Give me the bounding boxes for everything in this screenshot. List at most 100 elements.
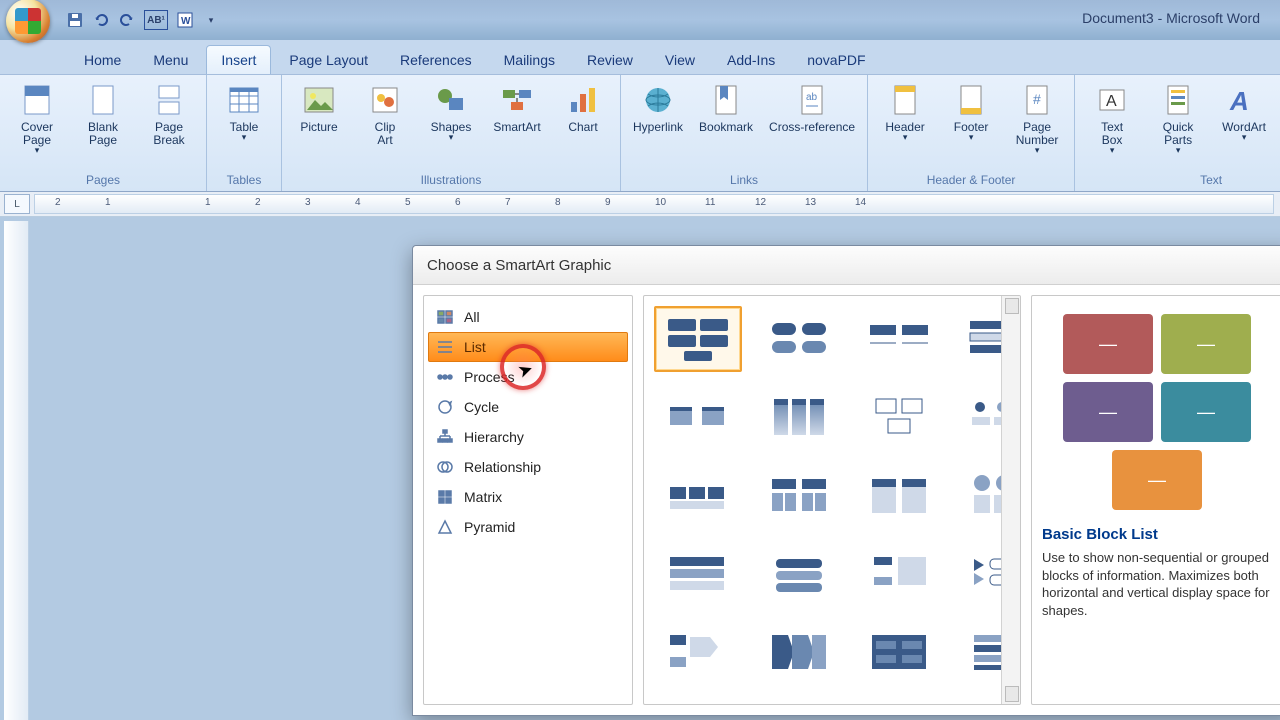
title-bar: AB¹ W ▾ Document3 - Microsoft Word bbox=[0, 0, 1280, 40]
smartart-thumb[interactable] bbox=[654, 464, 740, 528]
tab-insert[interactable]: Insert bbox=[206, 45, 271, 74]
save-icon[interactable] bbox=[66, 11, 84, 29]
category-pyramid[interactable]: Pyramid bbox=[428, 512, 628, 542]
smartart-thumb[interactable] bbox=[956, 306, 1001, 370]
smartart-thumb[interactable] bbox=[756, 464, 842, 528]
smartart-thumb[interactable] bbox=[856, 464, 942, 528]
all-icon bbox=[436, 308, 454, 326]
category-cycle[interactable]: Cycle bbox=[428, 392, 628, 422]
tab-references[interactable]: References bbox=[386, 46, 486, 74]
category-label: Process bbox=[464, 369, 515, 385]
smartart-button[interactable]: SmartArt bbox=[486, 79, 548, 138]
blank-button[interactable]: BlankPage bbox=[72, 79, 134, 151]
pagenum-button[interactable]: #PageNumber bbox=[1006, 79, 1068, 160]
window-title: Document3 - Microsoft Word bbox=[1082, 10, 1260, 26]
table-button[interactable]: Table bbox=[213, 79, 275, 147]
textbox-button[interactable]: ATextBox bbox=[1081, 79, 1143, 160]
office-button[interactable] bbox=[6, 0, 50, 43]
crossref-button[interactable]: abCross-reference bbox=[763, 79, 861, 138]
tab-add-ins[interactable]: Add-Ins bbox=[713, 46, 789, 74]
preview-block bbox=[1161, 314, 1251, 374]
hyperlink-icon bbox=[641, 83, 675, 117]
category-relationship[interactable]: Relationship bbox=[428, 452, 628, 482]
category-list[interactable]: List bbox=[428, 332, 628, 362]
footer-button[interactable]: Footer bbox=[940, 79, 1002, 147]
category-label: Hierarchy bbox=[464, 429, 524, 445]
tab-novapdf[interactable]: novaPDF bbox=[793, 46, 879, 74]
pyramid-icon bbox=[436, 518, 454, 536]
tab-selector[interactable]: L bbox=[4, 194, 30, 214]
smartart-thumb[interactable] bbox=[956, 386, 1001, 450]
clip-button[interactable]: ClipArt bbox=[354, 79, 416, 151]
smartart-thumb[interactable] bbox=[856, 386, 942, 450]
picture-button[interactable]: Picture bbox=[288, 79, 350, 138]
cover-button[interactable]: CoverPage bbox=[6, 79, 68, 160]
tab-mailings[interactable]: Mailings bbox=[490, 46, 569, 74]
category-hierarchy[interactable]: Hierarchy bbox=[428, 422, 628, 452]
quickparts-button[interactable]: QuickParts bbox=[1147, 79, 1209, 160]
ribbon-label: PageBreak bbox=[153, 121, 184, 147]
picture-icon bbox=[302, 83, 336, 117]
hyperlink-button[interactable]: Hyperlink bbox=[627, 79, 689, 138]
word-icon[interactable]: W bbox=[176, 11, 194, 29]
smartart-thumb[interactable] bbox=[956, 620, 1001, 684]
ribbon-group-header-footer: HeaderFooter#PageNumber Header & Footer bbox=[868, 75, 1075, 191]
clip-icon bbox=[368, 83, 402, 117]
smartart-thumb[interactable] bbox=[856, 542, 942, 606]
dialog-title: Choose a SmartArt Graphic bbox=[413, 246, 1280, 285]
smartart-thumb[interactable] bbox=[956, 542, 1001, 606]
smartart-thumb[interactable] bbox=[856, 620, 942, 684]
smartart-thumb[interactable] bbox=[756, 306, 842, 370]
tab-page-layout[interactable]: Page Layout bbox=[275, 46, 382, 74]
ribbon-group-text: ATextBoxQuickPartsAWordArtADropCapText bbox=[1075, 75, 1280, 191]
break-button[interactable]: PageBreak bbox=[138, 79, 200, 151]
ribbon-group-tables: TableTables bbox=[207, 75, 282, 191]
vertical-ruler[interactable] bbox=[4, 221, 29, 720]
wordart-button[interactable]: AWordArt bbox=[1213, 79, 1275, 147]
bookmark-button[interactable]: Bookmark bbox=[693, 79, 759, 138]
ribbon: CoverPageBlankPagePageBreakPagesTableTab… bbox=[0, 75, 1280, 192]
category-matrix[interactable]: Matrix bbox=[428, 482, 628, 512]
smartart-thumb[interactable] bbox=[654, 386, 740, 450]
redo-icon[interactable] bbox=[118, 11, 136, 29]
smartart-thumb[interactable] bbox=[654, 620, 740, 684]
qat-more-icon[interactable]: ▾ bbox=[202, 11, 220, 29]
ribbon-label: BlankPage bbox=[88, 121, 118, 147]
shapes-button[interactable]: Shapes bbox=[420, 79, 482, 147]
qat-item[interactable]: AB¹ bbox=[144, 10, 168, 30]
smartart-thumb[interactable] bbox=[654, 542, 740, 606]
category-label: Pyramid bbox=[464, 519, 515, 535]
ribbon-group-illustrations: PictureClipArtShapesSmartArtChartIllustr… bbox=[282, 75, 621, 191]
tab-menu[interactable]: Menu bbox=[139, 46, 202, 74]
header-button[interactable]: Header bbox=[874, 79, 936, 147]
ribbon-group-links: HyperlinkBookmarkabCross-referenceLinks bbox=[621, 75, 868, 191]
ribbon-label: QuickParts bbox=[1163, 121, 1194, 147]
cover-icon bbox=[20, 83, 54, 117]
smartart-thumb[interactable] bbox=[756, 542, 842, 606]
process-icon bbox=[436, 368, 454, 386]
ribbon-label: Chart bbox=[568, 121, 597, 134]
gallery-grid bbox=[644, 296, 1001, 704]
undo-icon[interactable] bbox=[92, 11, 110, 29]
ribbon-label: WordArt bbox=[1222, 121, 1266, 134]
ribbon-group-label: Text bbox=[1200, 171, 1222, 191]
category-list: AllList Process Cycle Hierarchy Relationship… bbox=[423, 295, 633, 705]
svg-text:W: W bbox=[181, 16, 191, 27]
smartart-thumb[interactable] bbox=[856, 306, 942, 370]
smartart-thumb[interactable] bbox=[956, 464, 1001, 528]
smartart-thumb[interactable] bbox=[756, 386, 842, 450]
category-all[interactable]: All bbox=[428, 302, 628, 332]
ribbon-group-label: Header & Footer bbox=[927, 171, 1016, 191]
category-process[interactable]: Process bbox=[428, 362, 628, 392]
tab-review[interactable]: Review bbox=[573, 46, 647, 74]
smartart-thumb[interactable] bbox=[654, 306, 742, 372]
tab-view[interactable]: View bbox=[651, 46, 709, 74]
smartart-thumb[interactable] bbox=[756, 620, 842, 684]
smartart-icon bbox=[500, 83, 534, 117]
matrix-icon bbox=[436, 488, 454, 506]
tab-home[interactable]: Home bbox=[70, 46, 135, 74]
chart-button[interactable]: Chart bbox=[552, 79, 614, 138]
ruler-track[interactable]: 211234567891011121314 bbox=[34, 194, 1274, 214]
gallery-scrollbar[interactable] bbox=[1001, 296, 1020, 704]
preview-title: Basic Block List bbox=[1042, 526, 1272, 543]
